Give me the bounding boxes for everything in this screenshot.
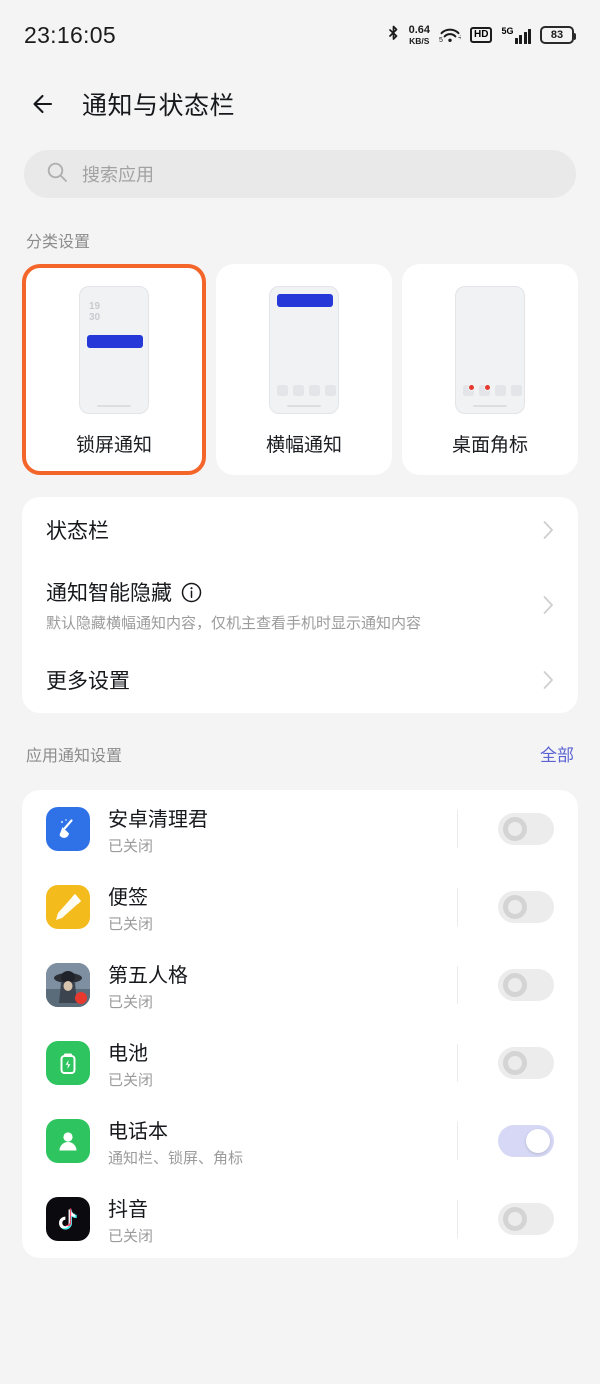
app-notification-toggle[interactable]	[498, 813, 554, 845]
app-notification-toggle[interactable]	[498, 1125, 554, 1157]
search-icon	[46, 161, 68, 188]
category-card-lockscreen[interactable]: 19 30 锁屏通知	[22, 264, 206, 475]
page-header: 通知与状态栏	[0, 70, 600, 138]
status-clock: 23:16:05	[24, 21, 116, 48]
category-card-label: 横幅通知	[265, 435, 342, 456]
svg-text:5: 5	[439, 37, 443, 44]
status-bar: 23:16:05 0.64 KB/S 5 ÷ HD 5G 83	[0, 0, 600, 70]
settings-row-smart-hide[interactable]: 通知智能隐藏 默认隐藏横幅通知内容，仅机主查看手机时显示通知内容	[46, 563, 554, 647]
list-item[interactable]: 便签 已关闭	[46, 868, 554, 946]
list-item[interactable]: 安卓清理君 已关闭	[46, 790, 554, 868]
app-section-header: 应用通知设置 全部	[0, 713, 600, 778]
settings-row-title: 更多设置	[46, 670, 130, 693]
chevron-right-icon	[543, 595, 554, 615]
status-icons: 0.64 KB/S 5 ÷ HD 5G 83	[387, 23, 576, 46]
category-card-label: 桌面角标	[451, 435, 528, 456]
lockscreen-preview: 19 30	[79, 286, 149, 414]
page-title: 通知与状态栏	[82, 92, 236, 120]
douyin-app-icon	[46, 1197, 90, 1241]
app-name: 电池	[108, 1042, 148, 1065]
wifi-icon: 5 ÷	[439, 26, 461, 44]
preview-home-indicator	[97, 405, 131, 407]
app-name: 抖音	[108, 1198, 148, 1221]
app-state: 已关闭	[108, 1227, 154, 1245]
list-item[interactable]: 电池 已关闭	[46, 1024, 554, 1102]
settings-row-title: 状态栏	[46, 520, 109, 543]
view-all-link[interactable]: 全部	[540, 741, 574, 766]
settings-row-more[interactable]: 更多设置	[46, 647, 554, 713]
list-item[interactable]: 抖音 已关闭	[46, 1180, 554, 1258]
settings-group: 状态栏 通知智能隐藏 默认隐藏横幅通知内容，仅机主查看手机时显示通知内容 更多设…	[22, 497, 578, 713]
search-section: 搜索应用	[0, 138, 600, 198]
app-notification-toggle[interactable]	[498, 1047, 554, 1079]
list-item[interactable]: 第五人格 已关闭	[46, 946, 554, 1024]
back-arrow-icon[interactable]	[26, 89, 56, 119]
app-name: 安卓清理君	[108, 808, 208, 831]
preview-dock	[463, 384, 522, 396]
row-divider	[457, 1200, 458, 1238]
contacts-app-icon	[46, 1119, 90, 1163]
broom-app-icon	[46, 807, 90, 851]
info-circle-icon[interactable]	[181, 582, 202, 603]
network-speed-indicator: 0.64 KB/S	[408, 23, 431, 46]
row-divider	[457, 1044, 458, 1082]
chevron-right-icon	[543, 520, 554, 540]
app-name: 电话本	[108, 1120, 168, 1143]
category-section-label: 分类设置	[26, 234, 91, 251]
battery-level: 83	[550, 29, 564, 41]
search-input[interactable]: 搜索应用	[24, 150, 576, 198]
category-card-badge[interactable]: 桌面角标	[402, 264, 578, 475]
banner-preview	[269, 286, 339, 414]
preview-dock	[277, 385, 336, 396]
app-section-label: 应用通知设置	[26, 747, 123, 765]
row-divider	[457, 1122, 458, 1160]
chevron-right-icon	[543, 670, 554, 690]
notes-app-icon	[46, 885, 90, 929]
row-divider	[457, 888, 458, 926]
settings-row-statusbar[interactable]: 状态栏	[46, 497, 554, 563]
network-type-label: 5G	[501, 25, 514, 36]
row-divider	[457, 966, 458, 1004]
app-state: 已关闭	[108, 837, 154, 855]
app-state: 已关闭	[108, 993, 154, 1011]
hd-icon: HD	[470, 27, 493, 43]
preview-home-indicator	[473, 405, 507, 407]
row-divider	[457, 810, 458, 848]
app-name: 便签	[108, 886, 148, 909]
preview-banner-bar	[277, 294, 333, 307]
identityv-app-icon	[46, 963, 90, 1007]
settings-row-title: 通知智能隐藏	[46, 582, 172, 605]
preview-lock-time: 19 30	[89, 301, 101, 323]
app-state: 已关闭	[108, 915, 154, 933]
svg-text:÷: ÷	[458, 33, 461, 42]
category-card-banner[interactable]: 横幅通知	[216, 264, 392, 475]
list-item[interactable]: 电话本 通知栏、锁屏、角标	[46, 1102, 554, 1180]
battery-icon: 83	[540, 26, 576, 44]
search-placeholder: 搜索应用	[82, 165, 154, 185]
network-speed-value: 0.64	[408, 23, 431, 36]
app-notification-list: 安卓清理君 已关闭 便签 已关闭 第五人格 已关闭 电池 已关闭 电话本 通知栏…	[22, 790, 578, 1258]
category-cards: 19 30 锁屏通知 横幅通知 桌面角标	[0, 264, 600, 475]
preview-home-indicator	[287, 405, 321, 407]
battery-app-icon	[46, 1041, 90, 1085]
signal-bars-icon: 5G	[501, 25, 531, 44]
bluetooth-icon	[387, 25, 400, 45]
app-name: 第五人格	[108, 964, 188, 987]
app-notification-toggle[interactable]	[498, 891, 554, 923]
settings-row-subtitle: 默认隐藏横幅通知内容，仅机主查看手机时显示通知内容	[46, 615, 422, 632]
app-state: 通知栏、锁屏、角标	[108, 1149, 244, 1167]
app-state: 已关闭	[108, 1071, 154, 1089]
preview-notification-bar	[87, 335, 143, 348]
category-card-label: 锁屏通知	[75, 435, 152, 456]
app-notification-toggle[interactable]	[498, 969, 554, 1001]
app-notification-toggle[interactable]	[498, 1203, 554, 1235]
badge-preview	[455, 286, 525, 414]
network-speed-unit: KB/S	[409, 35, 430, 46]
